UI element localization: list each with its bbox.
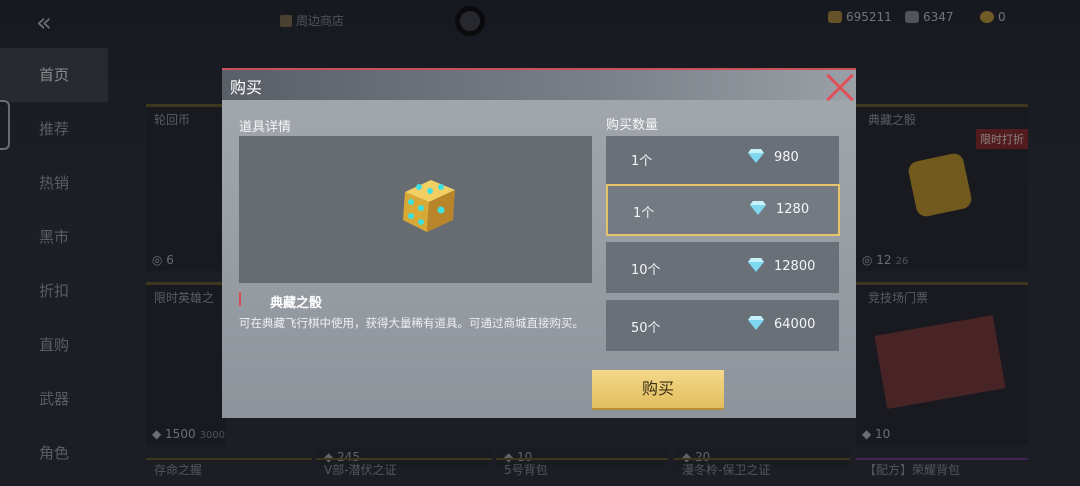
buy-button[interactable]: 购买 bbox=[592, 370, 724, 410]
item-description: 可在典藏飞行棋中使用，获得大量稀有道具。可通过商城直接购买。 bbox=[239, 316, 584, 330]
option-quantity: 50个 bbox=[631, 321, 661, 336]
option-price: 1280 bbox=[776, 202, 810, 217]
diamond-icon bbox=[750, 201, 766, 215]
close-button[interactable] bbox=[824, 72, 856, 104]
item-preview bbox=[239, 136, 592, 283]
diamond-icon bbox=[748, 149, 764, 163]
option-price: 980 bbox=[774, 150, 799, 165]
dice-icon bbox=[403, 180, 455, 232]
dialog-header: 购买 bbox=[222, 70, 856, 100]
option-price: 64000 bbox=[774, 317, 816, 332]
option-quantity: 1个 bbox=[631, 154, 653, 169]
old-price: 1280 bbox=[774, 136, 799, 139]
option-price: 12800 bbox=[774, 259, 816, 274]
option-quantity: 10个 bbox=[631, 263, 661, 278]
item-name: 典藏之骰 bbox=[270, 296, 323, 311]
dialog-title: 购买 bbox=[230, 78, 263, 97]
quantity-option[interactable]: 10个 12800 bbox=[606, 242, 839, 293]
quantity-option[interactable]: 50个 64000 bbox=[606, 300, 839, 351]
purchase-dialog: 购买 道具详情 购买数量 典藏之骰 可在典藏飞行棋中使用，获得大量稀有道具。可通… bbox=[222, 68, 856, 418]
quantity-option[interactable]: 1280 1个 980 bbox=[606, 136, 839, 184]
diamond-icon bbox=[748, 316, 764, 330]
item-details-label: 道具详情 bbox=[239, 120, 292, 135]
quantity-option-selected[interactable]: 1个 1280 bbox=[606, 184, 840, 236]
diamond-icon bbox=[748, 258, 764, 272]
option-quantity: 1个 bbox=[633, 206, 655, 221]
quantity-label: 购买数量 bbox=[606, 118, 659, 133]
quantity-list[interactable]: 1280 1个 980 1个 1280 10个 12800 50个 64000 bbox=[606, 136, 840, 352]
accent-bar bbox=[239, 292, 241, 306]
